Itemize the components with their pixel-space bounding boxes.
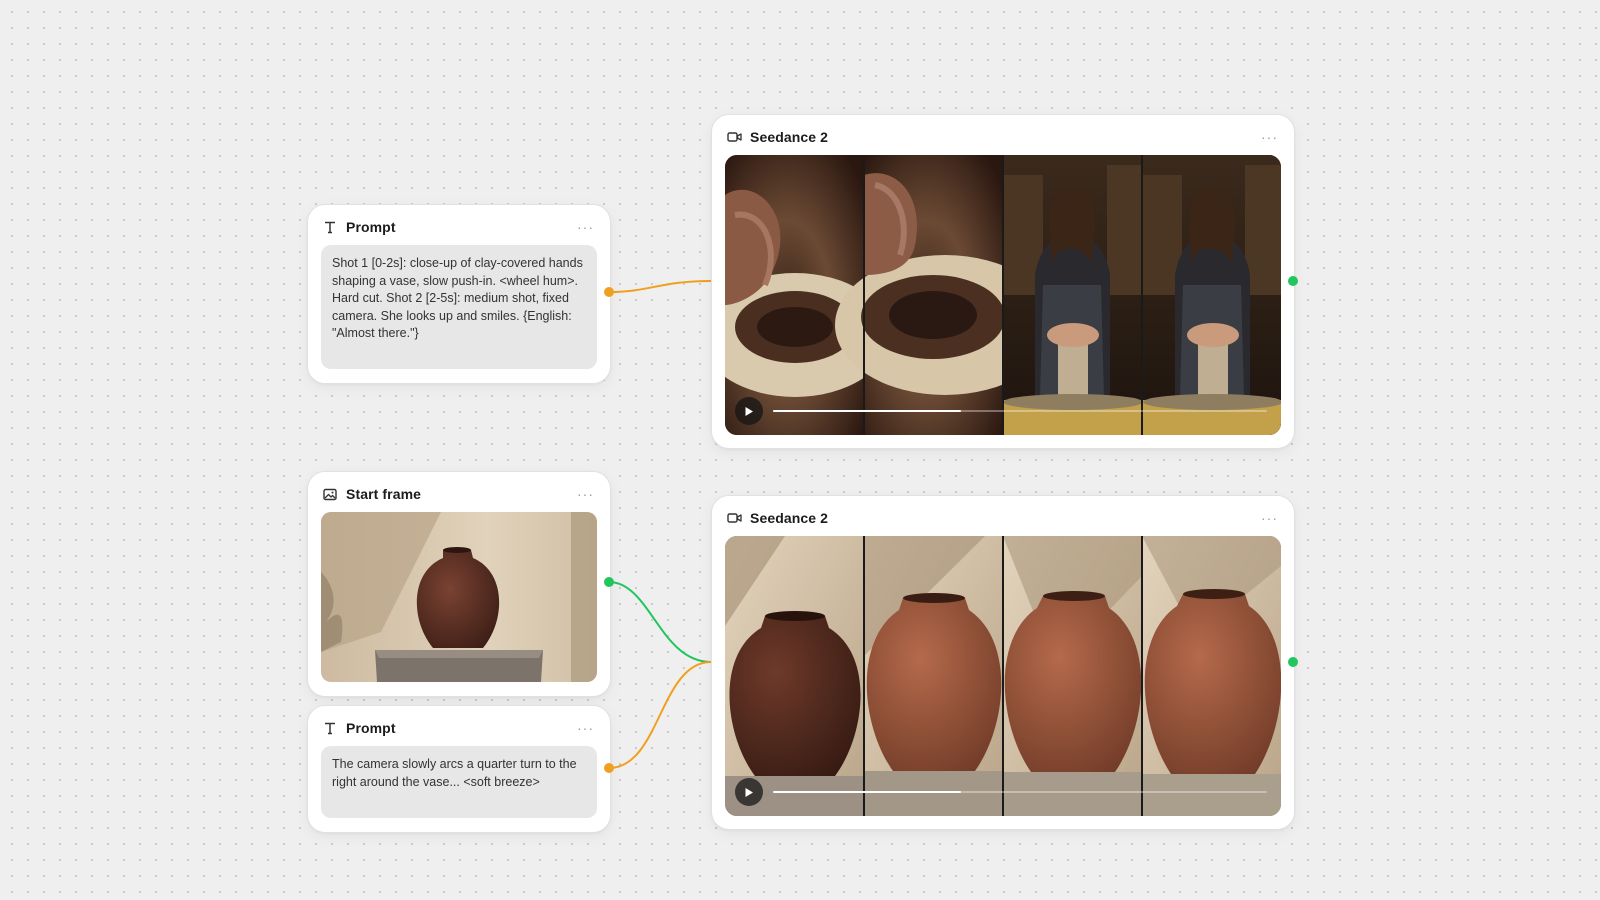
- text-icon: [322, 219, 338, 235]
- node-title: Prompt: [346, 720, 396, 736]
- output-port[interactable]: [604, 577, 614, 587]
- start-frame-node[interactable]: Start frame ···: [307, 471, 611, 697]
- video-progress-fill: [773, 791, 961, 793]
- video-frame: [1142, 536, 1281, 816]
- more-options-icon[interactable]: ···: [575, 218, 596, 236]
- wire-startframe-to-video2: [608, 581, 712, 663]
- output-port[interactable]: [1288, 657, 1298, 667]
- node-header: Seedance 2 ···: [726, 506, 1280, 530]
- play-icon: [745, 406, 753, 416]
- node-title: Start frame: [346, 486, 422, 502]
- image-icon: [322, 486, 338, 502]
- prompt-node-1[interactable]: Prompt ··· Shot 1 [0-2s]: close-up of cl…: [307, 204, 611, 384]
- wire-prompt1-to-video1: [608, 280, 712, 293]
- more-options-icon[interactable]: ···: [575, 485, 596, 503]
- text-icon: [322, 720, 338, 736]
- more-options-icon[interactable]: ···: [1259, 509, 1280, 527]
- video-progress-bar[interactable]: [773, 410, 1267, 412]
- prompt-text[interactable]: The camera slowly arcs a quarter turn to…: [321, 746, 597, 818]
- prompt-node-2[interactable]: Prompt ··· The camera slowly arcs a quar…: [307, 705, 611, 833]
- output-port[interactable]: [604, 287, 614, 297]
- node-title: Seedance 2: [750, 510, 829, 526]
- video-thumbnail-strip: [725, 155, 1281, 435]
- more-options-icon[interactable]: ···: [575, 719, 596, 737]
- play-icon: [745, 787, 753, 797]
- play-button[interactable]: [735, 778, 763, 806]
- node-title: Prompt: [346, 219, 396, 235]
- node-header: Start frame ···: [322, 482, 596, 506]
- prompt-text[interactable]: Shot 1 [0-2s]: close-up of clay-covered …: [321, 245, 597, 369]
- video-camera-icon: [726, 129, 742, 145]
- node-header: Prompt ···: [322, 716, 596, 740]
- video-progress-bar[interactable]: [773, 791, 1267, 793]
- node-header: Seedance 2 ···: [726, 125, 1280, 149]
- workflow-canvas[interactable]: Prompt ··· Shot 1 [0-2s]: close-up of cl…: [0, 0, 1600, 900]
- play-button[interactable]: [735, 397, 763, 425]
- node-title: Seedance 2: [750, 129, 829, 145]
- more-options-icon[interactable]: ···: [1259, 128, 1280, 146]
- video-frame: [1003, 536, 1142, 816]
- start-frame-image[interactable]: [321, 512, 597, 682]
- output-port[interactable]: [604, 763, 614, 773]
- video-camera-icon: [726, 510, 742, 526]
- video-frame: [1003, 155, 1143, 435]
- vase-image: [321, 512, 597, 682]
- video-frame: [1142, 155, 1281, 435]
- video-node-1[interactable]: Seedance 2 ···: [711, 114, 1295, 449]
- video-node-2[interactable]: Seedance 2 ···: [711, 495, 1295, 830]
- video-progress-fill: [773, 410, 961, 412]
- video-player[interactable]: [725, 536, 1281, 816]
- output-port[interactable]: [1288, 276, 1298, 286]
- video-frame: [725, 536, 864, 816]
- video-frame: [864, 536, 1003, 816]
- video-player[interactable]: [725, 155, 1281, 435]
- node-header: Prompt ···: [322, 215, 596, 239]
- wire-prompt2-to-video2: [608, 661, 712, 769]
- video-thumbnail-strip: [725, 536, 1281, 816]
